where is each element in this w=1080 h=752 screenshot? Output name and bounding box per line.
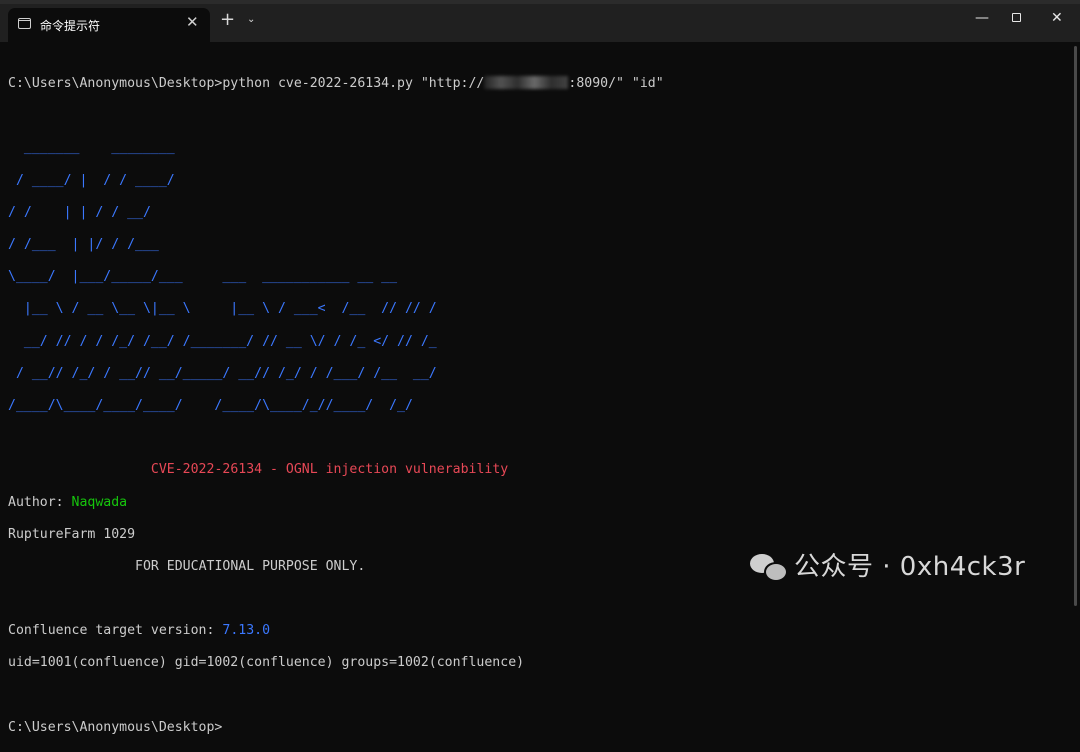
command-prefix: C:\Users\Anonymous\Desktop>python cve-20… [8,76,485,92]
banner-line: _______ ________ [8,140,175,156]
new-tab-button[interactable]: + [220,11,235,29]
banner-line: / ____/ | / / ____/ [8,172,175,188]
author-line: Author: Naqwada [8,495,664,511]
edu-notice: FOR EDUCATIONAL PURPOSE ONLY. [135,558,366,574]
banner-line: / /___ | |/ / /___ [8,237,159,253]
prompt-line[interactable]: C:\Users\Anonymous\Desktop> [8,720,664,736]
scrollbar[interactable] [1074,46,1077,606]
title-bar: 命令提示符 ✕ + ⌄ — ✕ [0,0,1080,42]
banner-line: / __// /_/ / __// __/_____/ __// /_/ / /… [8,365,437,381]
watermark: 公众号 · 0xh4ck3r [750,546,1025,583]
org-line: RuptureFarm 1029 [8,526,136,542]
version-label: Confluence target version: [8,623,223,639]
tab-close-icon[interactable]: ✕ [186,13,199,31]
watermark-text: 公众号 · 0xh4ck3r [794,552,1026,582]
close-window-button[interactable]: ✕ [1051,10,1063,26]
taskbar-strip [0,0,1080,4]
chevron-down-icon[interactable]: ⌄ [247,14,255,25]
banner-line: \____/ |___/_____/___ ___ ___________ __… [8,269,398,285]
maximize-button[interactable] [1012,10,1021,26]
tab-command-prompt[interactable]: 命令提示符 ✕ [8,8,210,42]
tab-title: 命令提示符 [40,19,101,33]
banner-line: |__ \ / __ \__ \|__ \ |__ \ / ___< /__ /… [8,301,437,317]
minimize-button[interactable]: — [975,10,989,26]
command-line: C:\Users\Anonymous\Desktop>python cve-20… [8,76,664,92]
version-value: 7.13.0 [222,623,271,639]
command-suffix: :8090/" "id" [568,76,664,92]
redacted-host [484,76,569,90]
wechat-icon [750,552,788,582]
edu-line: FOR EDUCATIONAL PURPOSE ONLY. [8,559,664,575]
terminal-icon [18,18,31,29]
version-line: Confluence target version: 7.13.0 [8,623,664,639]
banner-line: /____/\____/____/____/ /____/\____/_//__… [8,397,413,413]
id-output-line: uid=1001(confluence) gid=1002(confluence… [8,655,525,671]
console-output[interactable]: C:\Users\Anonymous\Desktop>python cve-20… [8,60,664,752]
author-label: Author: [8,494,72,510]
banner-line: __/ // / / /_/ /__/ /_______/ // __ \/ /… [8,333,437,349]
banner-line: / / | | / / __/ [8,204,151,220]
exploit-title: CVE-2022-26134 - OGNL injection vulnerab… [150,462,509,478]
maximize-icon [1012,13,1021,22]
exploit-title-line: CVE-2022-26134 - OGNL injection vulnerab… [8,462,664,478]
author-name: Naqwada [71,494,128,510]
